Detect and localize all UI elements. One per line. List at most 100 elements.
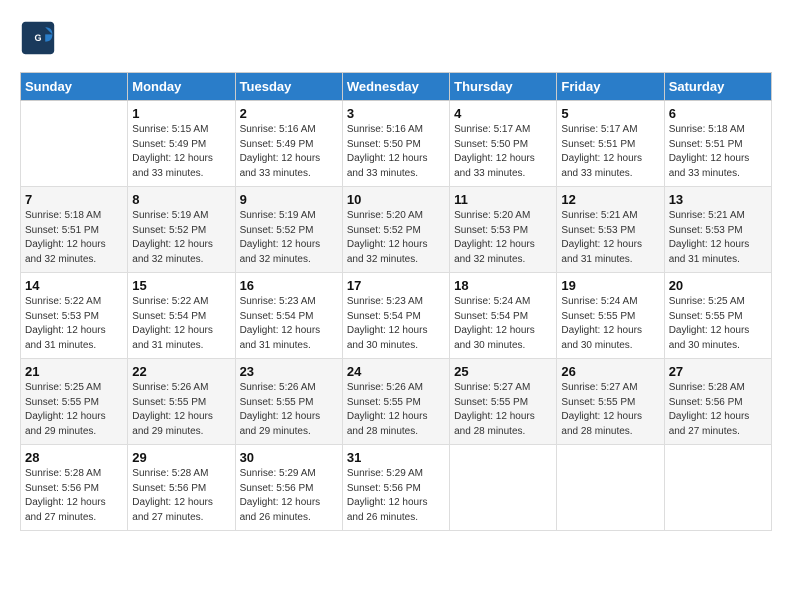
calendar-cell: 26 Sunrise: 5:27 AMSunset: 5:55 PMDaylig…: [557, 359, 664, 445]
day-number: 14: [25, 278, 123, 293]
calendar-cell: 9 Sunrise: 5:19 AMSunset: 5:52 PMDayligh…: [235, 187, 342, 273]
day-info: Sunrise: 5:22 AMSunset: 5:54 PMDaylight:…: [132, 296, 213, 351]
day-number: 31: [347, 450, 445, 465]
calendar-cell: 10 Sunrise: 5:20 AMSunset: 5:52 PMDaylig…: [342, 187, 449, 273]
day-info: Sunrise: 5:25 AMSunset: 5:55 PMDaylight:…: [669, 296, 750, 351]
calendar-cell: 25 Sunrise: 5:27 AMSunset: 5:55 PMDaylig…: [450, 359, 557, 445]
calendar-cell: 12 Sunrise: 5:21 AMSunset: 5:53 PMDaylig…: [557, 187, 664, 273]
day-number: 9: [240, 192, 338, 207]
calendar-cell: 22 Sunrise: 5:26 AMSunset: 5:55 PMDaylig…: [128, 359, 235, 445]
page-header: G: [20, 20, 772, 56]
calendar-cell: 14 Sunrise: 5:22 AMSunset: 5:53 PMDaylig…: [21, 273, 128, 359]
calendar-cell: [450, 445, 557, 531]
day-info: Sunrise: 5:18 AMSunset: 5:51 PMDaylight:…: [25, 210, 106, 265]
calendar-week-row: 21 Sunrise: 5:25 AMSunset: 5:55 PMDaylig…: [21, 359, 772, 445]
weekday-header: Wednesday: [342, 73, 449, 101]
day-info: Sunrise: 5:28 AMSunset: 5:56 PMDaylight:…: [25, 468, 106, 523]
day-info: Sunrise: 5:20 AMSunset: 5:52 PMDaylight:…: [347, 210, 428, 265]
day-number: 7: [25, 192, 123, 207]
weekday-header-row: SundayMondayTuesdayWednesdayThursdayFrid…: [21, 73, 772, 101]
day-info: Sunrise: 5:25 AMSunset: 5:55 PMDaylight:…: [25, 382, 106, 437]
day-number: 5: [561, 106, 659, 121]
calendar-table: SundayMondayTuesdayWednesdayThursdayFrid…: [20, 72, 772, 531]
day-number: 12: [561, 192, 659, 207]
day-info: Sunrise: 5:19 AMSunset: 5:52 PMDaylight:…: [240, 210, 321, 265]
day-number: 4: [454, 106, 552, 121]
day-number: 27: [669, 364, 767, 379]
calendar-week-row: 7 Sunrise: 5:18 AMSunset: 5:51 PMDayligh…: [21, 187, 772, 273]
day-number: 23: [240, 364, 338, 379]
calendar-cell: 30 Sunrise: 5:29 AMSunset: 5:56 PMDaylig…: [235, 445, 342, 531]
day-info: Sunrise: 5:21 AMSunset: 5:53 PMDaylight:…: [669, 210, 750, 265]
day-number: 2: [240, 106, 338, 121]
day-number: 19: [561, 278, 659, 293]
day-info: Sunrise: 5:29 AMSunset: 5:56 PMDaylight:…: [240, 468, 321, 523]
calendar-cell: 31 Sunrise: 5:29 AMSunset: 5:56 PMDaylig…: [342, 445, 449, 531]
day-info: Sunrise: 5:29 AMSunset: 5:56 PMDaylight:…: [347, 468, 428, 523]
calendar-cell: 18 Sunrise: 5:24 AMSunset: 5:54 PMDaylig…: [450, 273, 557, 359]
weekday-header: Friday: [557, 73, 664, 101]
day-number: 26: [561, 364, 659, 379]
day-number: 1: [132, 106, 230, 121]
weekday-header: Sunday: [21, 73, 128, 101]
svg-text:G: G: [34, 33, 41, 43]
weekday-header: Tuesday: [235, 73, 342, 101]
day-number: 22: [132, 364, 230, 379]
day-info: Sunrise: 5:27 AMSunset: 5:55 PMDaylight:…: [454, 382, 535, 437]
calendar-week-row: 28 Sunrise: 5:28 AMSunset: 5:56 PMDaylig…: [21, 445, 772, 531]
day-info: Sunrise: 5:28 AMSunset: 5:56 PMDaylight:…: [669, 382, 750, 437]
logo-icon: G: [20, 20, 56, 56]
weekday-header: Thursday: [450, 73, 557, 101]
calendar-cell: 4 Sunrise: 5:17 AMSunset: 5:50 PMDayligh…: [450, 101, 557, 187]
calendar-cell: 17 Sunrise: 5:23 AMSunset: 5:54 PMDaylig…: [342, 273, 449, 359]
day-number: 18: [454, 278, 552, 293]
day-info: Sunrise: 5:23 AMSunset: 5:54 PMDaylight:…: [347, 296, 428, 351]
calendar-week-row: 1 Sunrise: 5:15 AMSunset: 5:49 PMDayligh…: [21, 101, 772, 187]
day-number: 6: [669, 106, 767, 121]
day-number: 3: [347, 106, 445, 121]
calendar-cell: 28 Sunrise: 5:28 AMSunset: 5:56 PMDaylig…: [21, 445, 128, 531]
calendar-cell: 11 Sunrise: 5:20 AMSunset: 5:53 PMDaylig…: [450, 187, 557, 273]
day-info: Sunrise: 5:18 AMSunset: 5:51 PMDaylight:…: [669, 124, 750, 179]
calendar-cell: 29 Sunrise: 5:28 AMSunset: 5:56 PMDaylig…: [128, 445, 235, 531]
calendar-cell: 21 Sunrise: 5:25 AMSunset: 5:55 PMDaylig…: [21, 359, 128, 445]
calendar-cell: 16 Sunrise: 5:23 AMSunset: 5:54 PMDaylig…: [235, 273, 342, 359]
calendar-cell: 2 Sunrise: 5:16 AMSunset: 5:49 PMDayligh…: [235, 101, 342, 187]
day-info: Sunrise: 5:16 AMSunset: 5:50 PMDaylight:…: [347, 124, 428, 179]
calendar-cell: 27 Sunrise: 5:28 AMSunset: 5:56 PMDaylig…: [664, 359, 771, 445]
day-number: 28: [25, 450, 123, 465]
day-number: 24: [347, 364, 445, 379]
weekday-header: Monday: [128, 73, 235, 101]
calendar-cell: [557, 445, 664, 531]
logo: G: [20, 20, 62, 56]
calendar-week-row: 14 Sunrise: 5:22 AMSunset: 5:53 PMDaylig…: [21, 273, 772, 359]
day-info: Sunrise: 5:26 AMSunset: 5:55 PMDaylight:…: [132, 382, 213, 437]
day-number: 17: [347, 278, 445, 293]
day-info: Sunrise: 5:27 AMSunset: 5:55 PMDaylight:…: [561, 382, 642, 437]
calendar-cell: 20 Sunrise: 5:25 AMSunset: 5:55 PMDaylig…: [664, 273, 771, 359]
day-info: Sunrise: 5:24 AMSunset: 5:54 PMDaylight:…: [454, 296, 535, 351]
calendar-cell: 1 Sunrise: 5:15 AMSunset: 5:49 PMDayligh…: [128, 101, 235, 187]
calendar-body: 1 Sunrise: 5:15 AMSunset: 5:49 PMDayligh…: [21, 101, 772, 531]
day-number: 21: [25, 364, 123, 379]
day-info: Sunrise: 5:20 AMSunset: 5:53 PMDaylight:…: [454, 210, 535, 265]
calendar-cell: 15 Sunrise: 5:22 AMSunset: 5:54 PMDaylig…: [128, 273, 235, 359]
day-info: Sunrise: 5:17 AMSunset: 5:51 PMDaylight:…: [561, 124, 642, 179]
day-info: Sunrise: 5:16 AMSunset: 5:49 PMDaylight:…: [240, 124, 321, 179]
day-number: 15: [132, 278, 230, 293]
day-info: Sunrise: 5:26 AMSunset: 5:55 PMDaylight:…: [240, 382, 321, 437]
calendar-cell: 7 Sunrise: 5:18 AMSunset: 5:51 PMDayligh…: [21, 187, 128, 273]
day-number: 25: [454, 364, 552, 379]
day-info: Sunrise: 5:24 AMSunset: 5:55 PMDaylight:…: [561, 296, 642, 351]
calendar-cell: 3 Sunrise: 5:16 AMSunset: 5:50 PMDayligh…: [342, 101, 449, 187]
day-info: Sunrise: 5:19 AMSunset: 5:52 PMDaylight:…: [132, 210, 213, 265]
day-info: Sunrise: 5:21 AMSunset: 5:53 PMDaylight:…: [561, 210, 642, 265]
day-number: 20: [669, 278, 767, 293]
day-number: 16: [240, 278, 338, 293]
day-info: Sunrise: 5:26 AMSunset: 5:55 PMDaylight:…: [347, 382, 428, 437]
calendar-cell: 19 Sunrise: 5:24 AMSunset: 5:55 PMDaylig…: [557, 273, 664, 359]
day-info: Sunrise: 5:17 AMSunset: 5:50 PMDaylight:…: [454, 124, 535, 179]
calendar-cell: 6 Sunrise: 5:18 AMSunset: 5:51 PMDayligh…: [664, 101, 771, 187]
day-number: 13: [669, 192, 767, 207]
calendar-cell: 13 Sunrise: 5:21 AMSunset: 5:53 PMDaylig…: [664, 187, 771, 273]
